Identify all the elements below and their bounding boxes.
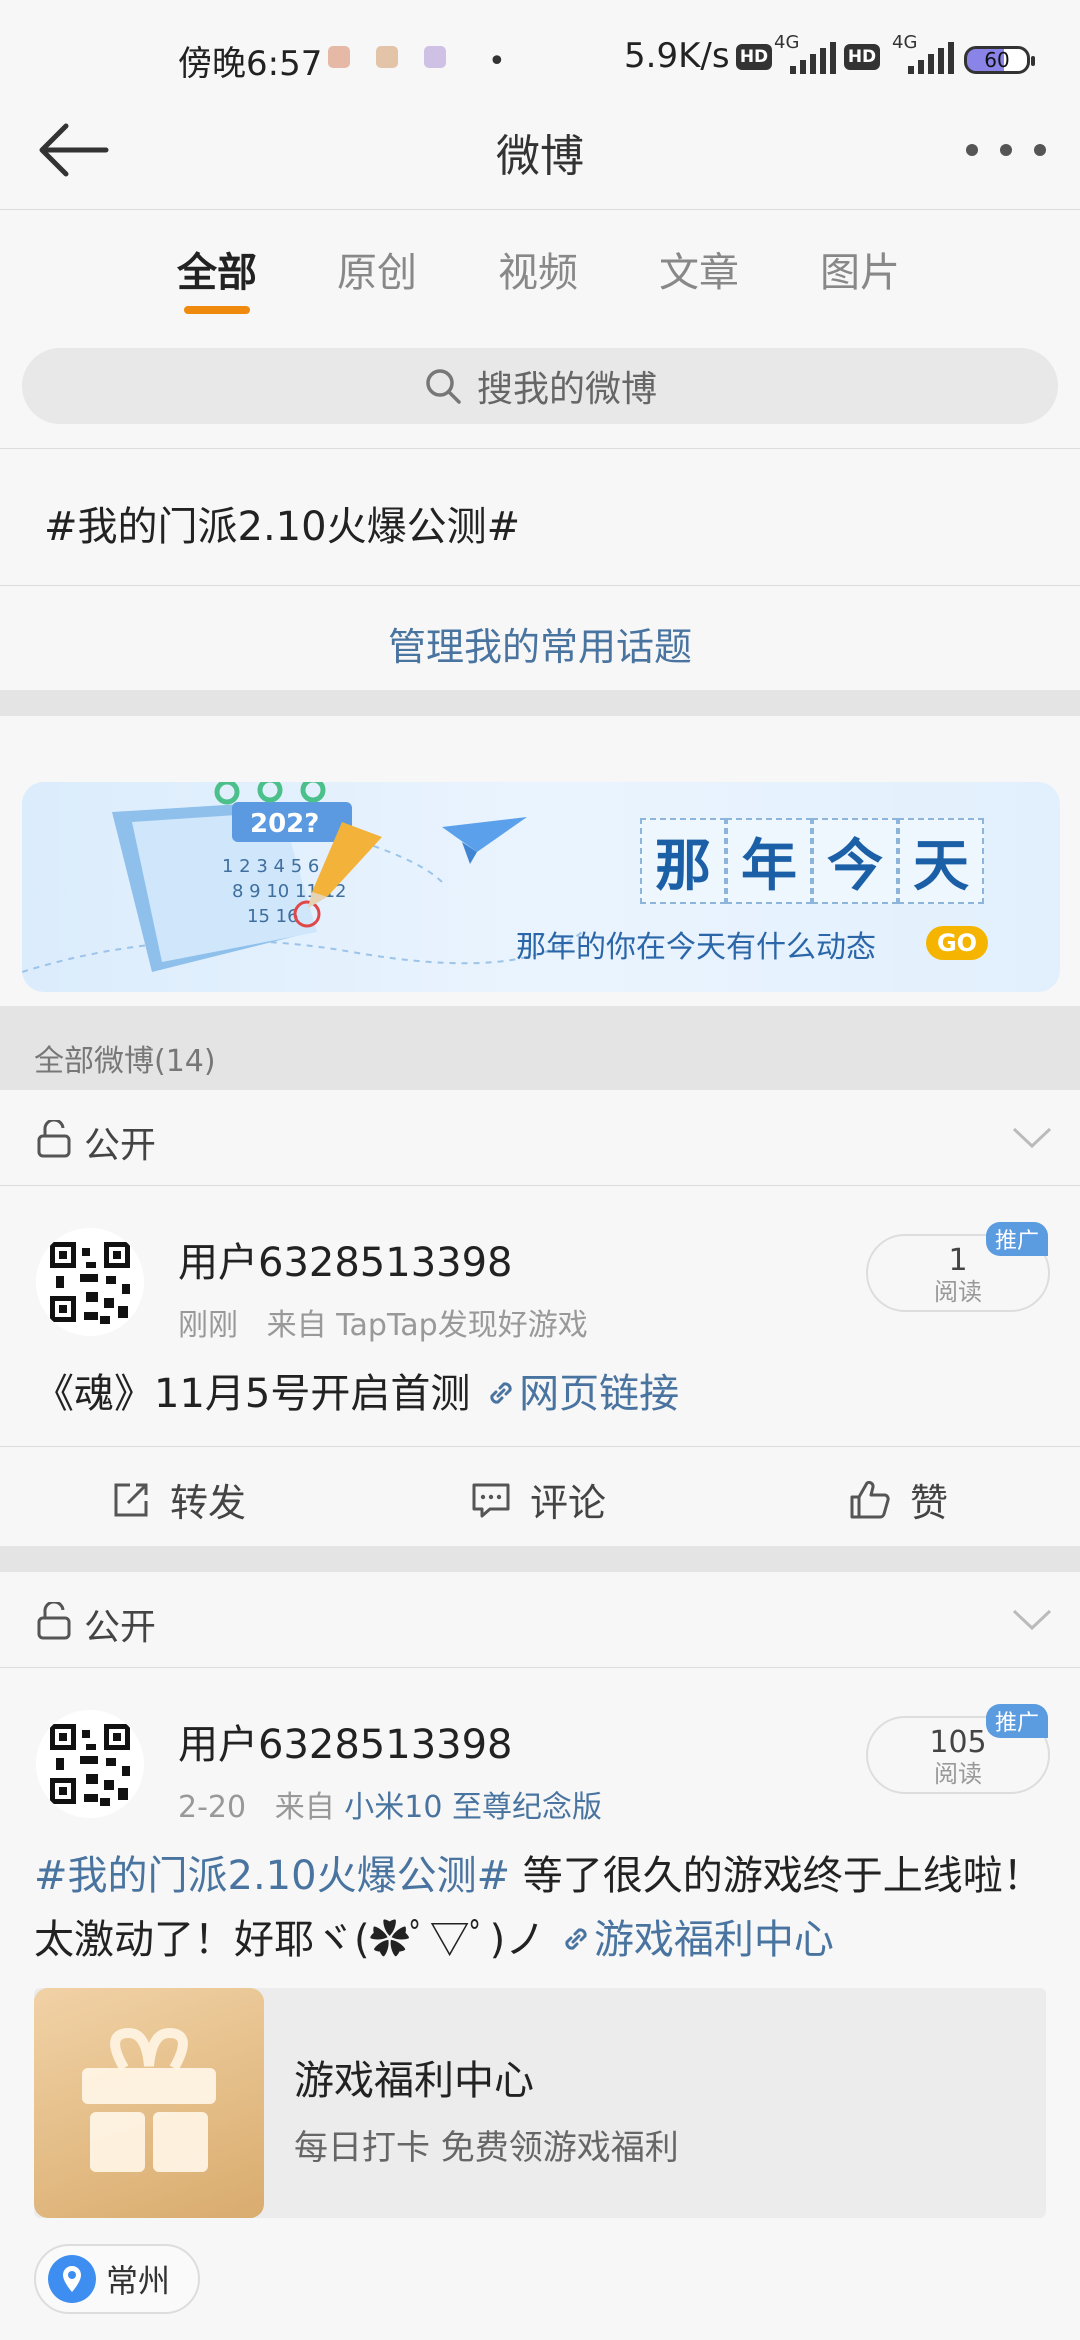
- network-speed: 5.9K/s: [624, 36, 730, 76]
- card-subtitle: 每日打卡 免费领游戏福利: [294, 2128, 679, 2168]
- banner-go-button[interactable]: GO: [926, 926, 988, 960]
- like-button[interactable]: 赞: [848, 1472, 948, 1527]
- tab-picture[interactable]: 图片: [800, 240, 920, 298]
- source-prefix: 来自: [266, 1308, 327, 1343]
- post-source: TapTap发现好游戏: [336, 1308, 588, 1343]
- topic-hashtag[interactable]: #我的门派2.10火爆公测#: [44, 494, 520, 552]
- tab-video[interactable]: 视频: [478, 240, 598, 298]
- qr-avatar-icon: [36, 1710, 144, 1818]
- section-divider: [0, 1546, 1080, 1572]
- status-more-dot: •: [488, 44, 506, 79]
- game-center-link[interactable]: 游戏福利中心: [558, 1917, 834, 1963]
- post-hashtag[interactable]: #我的门派2.10火爆公测#: [34, 1853, 510, 1899]
- battery-icon: 60: [964, 46, 1035, 74]
- signal-bars-icon: [908, 42, 954, 74]
- read-label: 阅读: [934, 1278, 982, 1306]
- hd-badge: HD: [736, 44, 772, 70]
- promote-badge[interactable]: 推广: [986, 1222, 1048, 1256]
- visibility-row[interactable]: [0, 1090, 1080, 1186]
- back-button[interactable]: [36, 120, 112, 180]
- unlock-icon: [36, 1600, 72, 1644]
- gift-icon: [82, 2027, 216, 2172]
- comment-button[interactable]: 评论: [470, 1472, 606, 1527]
- post-time: 刚刚: [178, 1308, 238, 1343]
- card-thumbnail: [34, 1988, 264, 2218]
- status-notification-icons: [328, 46, 446, 68]
- post-time: 2-20: [178, 1790, 247, 1825]
- read-label: 阅读: [934, 1760, 982, 1788]
- repost-button[interactable]: 转发: [110, 1472, 246, 1527]
- status-time: 傍晚6:57: [178, 44, 323, 84]
- tab-article[interactable]: 文章: [639, 240, 759, 298]
- banner-title: 那 年 今 天: [640, 818, 984, 904]
- share-icon: [114, 1483, 148, 1516]
- notification-app-icon: [328, 46, 350, 68]
- comment-icon: [472, 1483, 510, 1517]
- notification-app-icon: [376, 46, 398, 68]
- chevron-down-icon[interactable]: [1012, 1608, 1052, 1636]
- active-tab-indicator: [184, 306, 250, 314]
- search-icon: [426, 369, 461, 404]
- visibility-label: 公开: [84, 1125, 157, 1166]
- notification-app-icon: [424, 46, 446, 68]
- link-icon: [565, 1928, 587, 1950]
- signal-bars-icon: [790, 42, 836, 74]
- thumbs-up-icon: [850, 1480, 890, 1518]
- promote-badge[interactable]: 推广: [986, 1704, 1048, 1738]
- search-placeholder: 搜我的微博: [476, 369, 657, 410]
- tab-original[interactable]: 原创: [317, 240, 437, 298]
- web-link[interactable]: 网页链接: [483, 1371, 679, 1417]
- link-icon: [490, 1382, 512, 1404]
- app-header: [0, 110, 1080, 210]
- visibility-label: 公开: [84, 1607, 157, 1648]
- svg-text:1 2 3 4 5 6: 1 2 3 4 5 6: [222, 856, 319, 877]
- visibility-row[interactable]: [0, 1572, 1080, 1668]
- manage-topics-link[interactable]: 管理我的常用话题: [0, 616, 1080, 671]
- banner-subtitle: 那年的你在今天有什么动态: [516, 930, 876, 965]
- location-pin-icon: [48, 2255, 96, 2303]
- qr-avatar-icon: [36, 1228, 144, 1336]
- card-title: 游戏福利中心: [294, 2058, 534, 2104]
- post-source[interactable]: 小米10 至尊纪念版: [344, 1790, 602, 1825]
- search-input[interactable]: 搜我的微博: [22, 348, 1058, 424]
- more-options-button[interactable]: [966, 140, 1046, 160]
- arrow-left-icon: [39, 123, 109, 177]
- avatar[interactable]: [36, 1710, 144, 1818]
- svg-text:15 16: 15 16: [247, 906, 299, 927]
- avatar[interactable]: [36, 1228, 144, 1336]
- user-name[interactable]: 用户6328513398: [178, 1712, 513, 1770]
- tab-all[interactable]: 全部: [157, 240, 277, 298]
- section-divider: [0, 690, 1080, 716]
- location-chip[interactable]: 常州: [34, 2244, 200, 2314]
- hd-badge: HD: [844, 44, 880, 70]
- post-meta: 刚刚 来自 TapTap发现好游戏: [178, 1300, 588, 1344]
- source-prefix: 来自: [274, 1790, 335, 1825]
- chevron-down-icon[interactable]: [1012, 1126, 1052, 1154]
- svg-text:202?: 202?: [250, 809, 319, 839]
- location-label: 常州: [106, 2262, 171, 2300]
- more-dots-icon: [966, 144, 978, 156]
- unlock-icon: [36, 1118, 72, 1162]
- post-text: 《魂》11月5号开启首测 网页链接: [34, 1371, 680, 1417]
- post-meta: 2-20 来自 小米10 至尊纪念版: [178, 1782, 602, 1826]
- post-count-label: 全部微博(14): [34, 1044, 216, 1079]
- post-text: #我的门派2.10火爆公测# 等了很久的游戏终于上线啦！ 太激动了！好耶ヾ(✿ﾟ…: [34, 1853, 1043, 1963]
- user-name[interactable]: 用户6328513398: [178, 1230, 513, 1288]
